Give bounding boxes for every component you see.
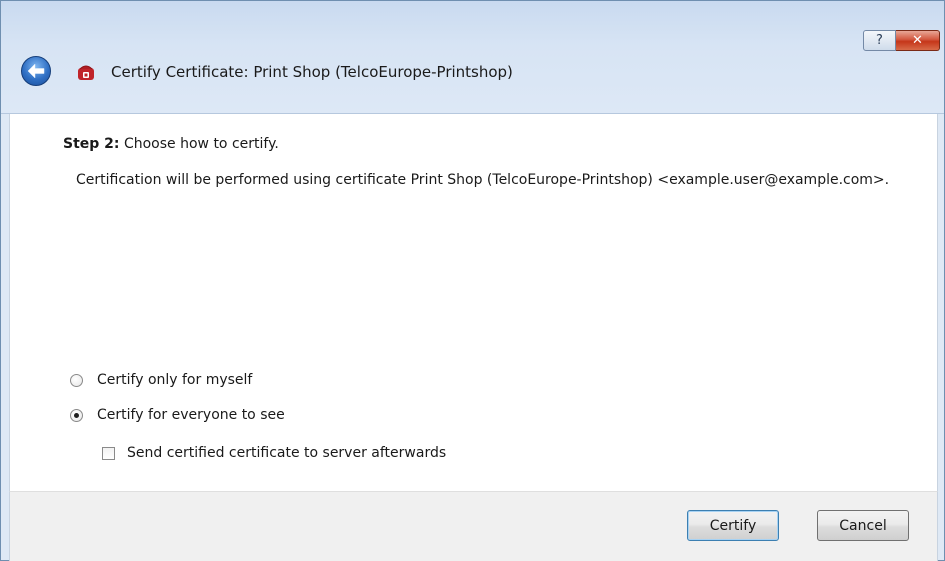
help-button[interactable]: ? (863, 30, 896, 51)
certify-everyone-label: Certify for everyone to see (97, 407, 285, 423)
certificate-icon (78, 65, 94, 80)
send-to-server-label: Send certified certificate to server aft… (127, 445, 447, 461)
step-heading: Step 2: Choose how to certify. (63, 136, 279, 152)
back-arrow-icon (27, 63, 45, 79)
radio-certify-everyone[interactable] (70, 408, 83, 422)
certify-everyone-option[interactable]: Certify for everyone to see (70, 407, 285, 423)
help-icon: ? (876, 33, 883, 48)
caption-buttons: ? ✕ (863, 30, 940, 51)
close-icon: ✕ (912, 33, 923, 48)
step-text: Choose how to certify. (119, 136, 279, 152)
certify-myself-option[interactable]: Certify only for myself (70, 372, 252, 388)
radio-certify-myself[interactable] (70, 373, 83, 387)
step-label: Step 2: (63, 136, 120, 152)
close-button[interactable]: ✕ (896, 30, 940, 51)
certify-button[interactable]: Certify (687, 510, 779, 541)
window-title: Certify Certificate: Print Shop (TelcoEu… (111, 63, 513, 81)
radio-selected-dot (74, 412, 79, 418)
certify-myself-label: Certify only for myself (97, 372, 253, 388)
button-bar: Certify Cancel (9, 491, 938, 561)
wizard-content: Step 2: Choose how to certify. Certifica… (9, 114, 938, 491)
title-bar: ? ✕ Certify Certificate: Print Shop (Tel… (1, 1, 944, 114)
cancel-button[interactable]: Cancel (817, 510, 909, 541)
certification-info: Certification will be performed using ce… (76, 172, 890, 188)
send-to-server-option[interactable]: Send certified certificate to server aft… (102, 445, 446, 461)
certify-dialog-window: ? ✕ Certify Certificate: Print Shop (Tel… (0, 0, 945, 561)
back-button[interactable] (21, 56, 51, 86)
send-to-server-checkbox[interactable] (102, 446, 115, 460)
